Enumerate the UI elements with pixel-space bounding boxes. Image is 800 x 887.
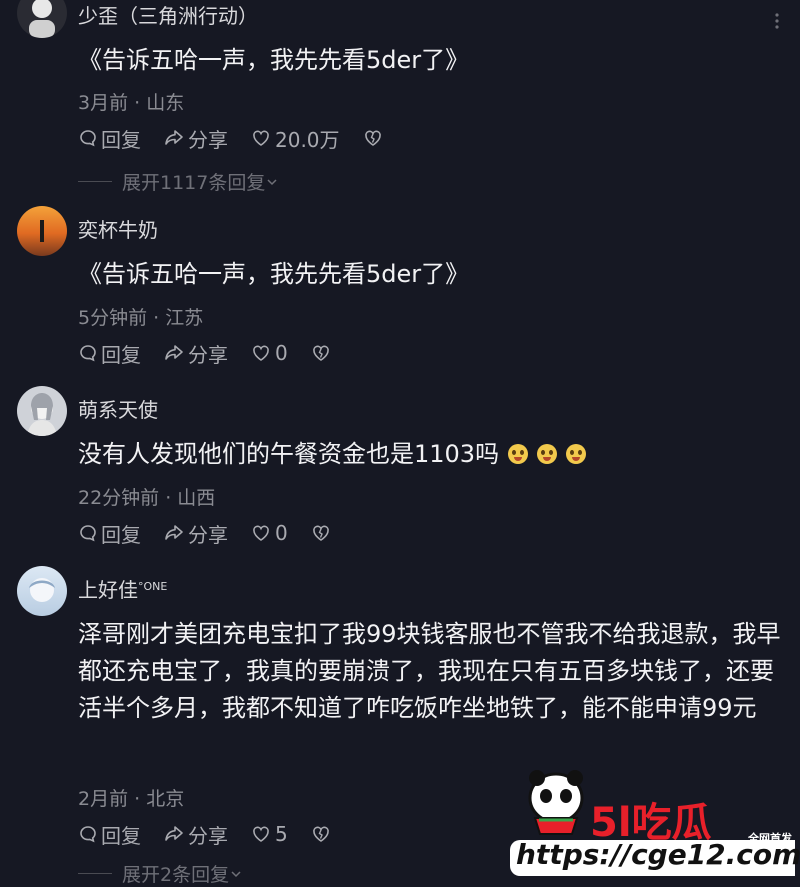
comment-text: 没有人发现他们的午餐资金也是1103吗 xyxy=(78,436,790,473)
flushed-face-emoji-icon xyxy=(566,444,587,464)
share-label: 分享 xyxy=(188,522,228,547)
like-button[interactable]: 20.0万 xyxy=(250,124,340,153)
watermark-url: https://cge12.com xyxy=(516,838,800,871)
comment-text: 《告诉五哈一声，我先先看5der了》 xyxy=(78,260,470,288)
expand-replies-label: 展开2条回复 xyxy=(122,864,230,886)
reply-icon xyxy=(80,525,96,542)
avatar[interactable] xyxy=(17,0,67,38)
share-icon xyxy=(165,130,183,145)
flushed-face-emoji-icon xyxy=(537,444,558,464)
comment-username[interactable]: 萌系天使 xyxy=(78,394,158,423)
reply-label: 回复 xyxy=(101,127,141,152)
share-label: 分享 xyxy=(188,127,228,152)
comment-text-body: 没有人发现他们的午餐资金也是1103吗 xyxy=(78,440,500,468)
chevron-down-icon xyxy=(267,178,277,185)
reply-icon xyxy=(80,345,96,362)
like-button[interactable]: 0 xyxy=(250,341,288,365)
reply-label: 回复 xyxy=(101,522,141,547)
comment-meta: 2月前 · 北京 xyxy=(78,788,185,810)
broken-heart-icon xyxy=(312,826,329,842)
dislike-button[interactable] xyxy=(310,343,335,363)
broken-heart-icon xyxy=(312,345,329,361)
expand-replies-label: 展开1117条回复 xyxy=(122,172,266,194)
comment-username[interactable]: 奕杯牛奶 xyxy=(78,214,158,243)
comment-username[interactable]: 上好佳°ONE xyxy=(78,574,167,603)
like-count: 20.0万 xyxy=(275,127,340,152)
dislike-button[interactable] xyxy=(310,824,335,844)
like-count: 0 xyxy=(275,341,288,365)
share-button[interactable]: 分享 xyxy=(163,519,228,548)
like-button[interactable]: 5 xyxy=(250,822,288,846)
reply-button[interactable]: 回复 xyxy=(78,519,141,548)
comment-meta: 3月前 · 山东 xyxy=(78,92,185,114)
comment-username[interactable]: 少歪（三角洲行动） xyxy=(78,0,258,29)
avatar[interactable] xyxy=(17,566,67,616)
reply-button[interactable]: 回复 xyxy=(78,820,141,849)
comment-meta: 5分钟前 · 江苏 xyxy=(78,307,204,329)
share-icon xyxy=(165,826,183,841)
comment-actions: 回复 分享 5 xyxy=(78,820,357,848)
heart-icon xyxy=(253,525,269,541)
like-count: 5 xyxy=(275,822,288,846)
expand-replies-button[interactable]: 展开2条回复 xyxy=(78,860,243,887)
divider xyxy=(78,181,112,182)
like-count: 0 xyxy=(275,521,288,545)
comment-text: 《告诉五哈一声，我先先看5der了》 xyxy=(78,46,470,74)
flushed-face-emoji-icon xyxy=(508,444,529,464)
broken-heart-icon xyxy=(364,130,381,146)
comment-actions: 回复 分享 0 xyxy=(78,339,357,367)
comment-actions: 回复 分享 0 xyxy=(78,519,357,547)
share-button[interactable]: 分享 xyxy=(163,820,228,849)
avatar[interactable] xyxy=(17,206,67,256)
dislike-button[interactable] xyxy=(362,128,387,148)
reply-icon xyxy=(80,130,96,147)
heart-icon xyxy=(253,345,269,361)
share-icon xyxy=(165,525,183,540)
share-label: 分享 xyxy=(188,342,228,367)
avatar[interactable] xyxy=(17,386,67,436)
divider xyxy=(78,873,112,874)
reply-label: 回复 xyxy=(101,823,141,848)
share-button[interactable]: 分享 xyxy=(163,339,228,368)
reply-button[interactable]: 回复 xyxy=(78,124,141,153)
more-options-icon[interactable] xyxy=(768,12,786,30)
heart-icon xyxy=(253,826,269,842)
dislike-button[interactable] xyxy=(310,523,335,543)
comment-meta: 22分钟前 · 山西 xyxy=(78,487,216,509)
share-button[interactable]: 分享 xyxy=(163,124,228,153)
comment-username-text: 上好佳 xyxy=(78,578,138,602)
reply-icon xyxy=(80,826,96,843)
comment-actions: 回复 分享 20.0万 xyxy=(78,124,409,152)
reply-button[interactable]: 回复 xyxy=(78,339,141,368)
username-badge: °ONE xyxy=(138,580,168,593)
share-icon xyxy=(165,345,183,360)
reply-label: 回复 xyxy=(101,342,141,367)
chevron-down-icon xyxy=(231,870,241,877)
share-label: 分享 xyxy=(188,823,228,848)
heart-icon xyxy=(253,130,269,146)
like-button[interactable]: 0 xyxy=(250,521,288,545)
expand-replies-button[interactable]: 展开1117条回复 xyxy=(78,168,279,195)
watermark-mascot-icon xyxy=(528,770,584,835)
broken-heart-icon xyxy=(312,525,329,541)
comment-text: 泽哥刚才美团充电宝扣了我99块钱客服也不管我不给我退款，我早都还充电宝了，我真的… xyxy=(78,620,781,722)
